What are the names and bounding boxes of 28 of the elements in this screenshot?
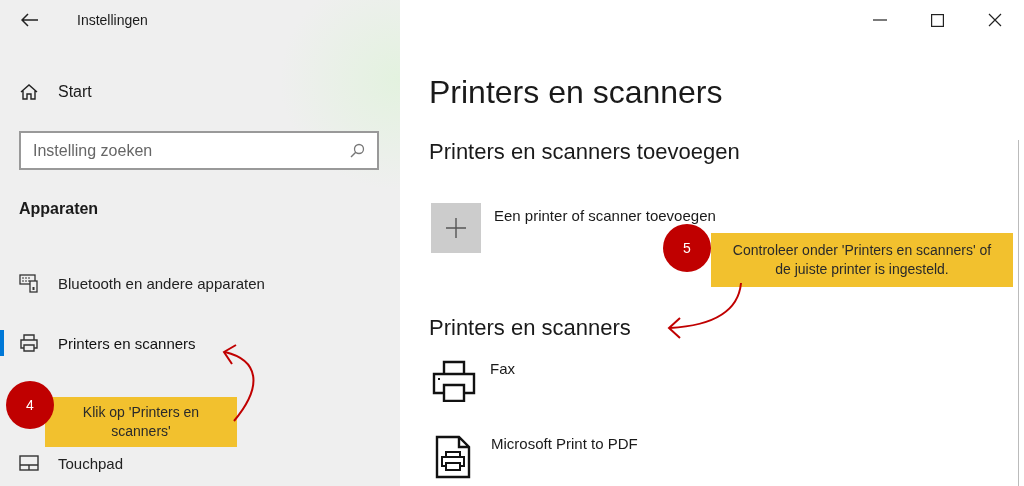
section-heading: Printers en scanners toevoegen [429, 138, 740, 166]
window-title: Instellingen [77, 12, 148, 28]
plus-icon [446, 218, 466, 238]
section-heading: Apparaten [19, 199, 99, 219]
scrollbar[interactable] [1018, 140, 1019, 486]
add-printer-link[interactable]: Een printer of scanner toevoegen [494, 207, 716, 224]
keyboard-device-icon [19, 273, 39, 293]
home-nav-item[interactable]: Start [0, 72, 92, 112]
device-item[interactable]: Fax [429, 360, 515, 402]
page-title: Printers en scanners [429, 73, 723, 112]
back-arrow-icon[interactable] [21, 13, 39, 27]
close-icon[interactable] [988, 13, 1002, 27]
nav-item[interactable]: Printers en scanners [0, 329, 196, 357]
add-button[interactable] [431, 203, 481, 253]
nav-item[interactable]: Bluetooth en andere apparaten [0, 269, 265, 297]
section-heading: Printers en scanners [429, 314, 631, 342]
home-icon [20, 83, 38, 101]
annotation-note: Controleer onder 'Printers en scanners' of de juiste printer is ingesteld. [711, 233, 1013, 287]
annotation-note: Klik op 'Printers en scanners' [45, 397, 237, 447]
maximize-icon[interactable] [931, 13, 944, 27]
pdf-document-icon [435, 435, 471, 479]
printer-icon [19, 333, 39, 353]
printer-icon [432, 360, 476, 402]
search-icon [350, 143, 365, 158]
device-item[interactable]: Microsoft Print to PDF [429, 435, 638, 479]
search-field[interactable]: Instelling zoeken [19, 131, 379, 170]
nav-item[interactable]: Touchpad [0, 449, 124, 477]
touchpad-icon [19, 454, 39, 472]
